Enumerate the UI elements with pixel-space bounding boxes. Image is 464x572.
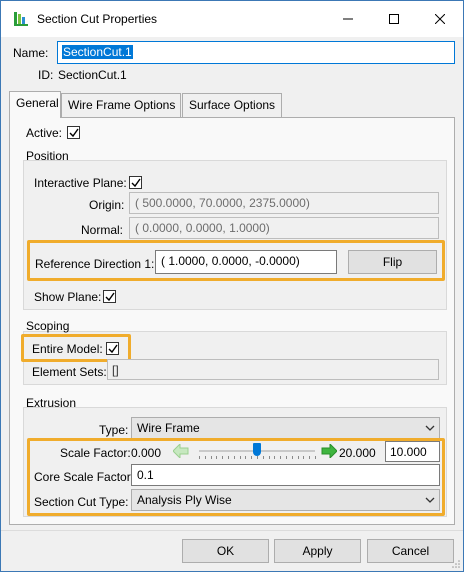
slider-tick bbox=[309, 456, 311, 459]
close-icon bbox=[435, 14, 445, 24]
reference-direction-field[interactable]: ( 1.0000, 0.0000, -0.0000) bbox=[155, 250, 337, 274]
slider-min-label: 0.000 bbox=[131, 446, 162, 460]
chevron-down-icon bbox=[425, 425, 435, 431]
check-icon bbox=[131, 178, 141, 188]
slider-tick bbox=[268, 456, 270, 459]
slider-tick bbox=[251, 456, 253, 459]
slider-ticks bbox=[199, 456, 316, 460]
slider-tick bbox=[262, 456, 264, 459]
apply-button[interactable]: Apply bbox=[274, 539, 361, 563]
slider-tick bbox=[274, 456, 276, 459]
name-label: Name: bbox=[13, 46, 49, 60]
minimize-icon bbox=[343, 18, 353, 20]
maximize-icon bbox=[389, 14, 399, 24]
slider-tick bbox=[291, 456, 293, 459]
footer-divider bbox=[1, 530, 463, 531]
minimize-button[interactable] bbox=[325, 1, 371, 37]
app-icon bbox=[14, 12, 28, 26]
slider-max-label: 20.000 bbox=[339, 446, 376, 460]
entire-model-label: Entire Model: bbox=[32, 342, 103, 356]
slider-tick bbox=[210, 456, 212, 459]
element-sets-label: Element Sets: bbox=[32, 365, 107, 379]
decrease-arrow-icon[interactable] bbox=[173, 444, 189, 458]
section-cut-type-dropdown[interactable]: Analysis Ply Wise bbox=[131, 489, 440, 511]
flip-button[interactable]: Flip bbox=[348, 250, 437, 274]
name-field[interactable]: SectionCut.1 bbox=[57, 41, 455, 64]
entire-model-checkbox[interactable] bbox=[106, 342, 119, 355]
chevron-down-icon bbox=[425, 497, 435, 503]
interactive-plane-label: Interactive Plane: bbox=[34, 176, 127, 190]
title-bar[interactable]: Section Cut Properties bbox=[1, 1, 463, 37]
slider-tick bbox=[199, 456, 200, 459]
resize-grip-icon[interactable] bbox=[451, 559, 461, 569]
scale-factor-field[interactable]: 10.000 bbox=[385, 441, 440, 462]
slider-tick bbox=[280, 456, 282, 459]
slider-tick bbox=[257, 456, 258, 459]
window-title: Section Cut Properties bbox=[37, 12, 158, 26]
section-cut-properties-dialog: Section Cut Properties Name: SectionCut.… bbox=[0, 0, 464, 572]
scoping-title: Scoping bbox=[26, 319, 70, 333]
ok-button[interactable]: OK bbox=[182, 539, 269, 563]
tab-wire-frame-options[interactable]: Wire Frame Options bbox=[61, 93, 181, 117]
core-scale-factor-label: Core Scale Factor: bbox=[34, 470, 135, 484]
slider-tick bbox=[233, 456, 235, 459]
close-button[interactable] bbox=[417, 1, 463, 37]
active-checkbox[interactable] bbox=[67, 126, 80, 139]
position-title: Position bbox=[26, 149, 69, 163]
element-sets-field[interactable]: [] bbox=[107, 359, 439, 380]
show-plane-checkbox[interactable] bbox=[103, 290, 116, 303]
tab-general[interactable]: General bbox=[9, 91, 61, 118]
id-value: SectionCut.1 bbox=[58, 68, 127, 82]
extrusion-title: Extrusion bbox=[26, 396, 77, 410]
maximize-button[interactable] bbox=[371, 1, 417, 37]
slider-tick bbox=[315, 456, 316, 459]
section-cut-type-label: Section Cut Type: bbox=[34, 495, 129, 509]
normal-field: ( 0.0000, 0.0000, 1.0000) bbox=[129, 217, 439, 239]
slider-tick bbox=[222, 456, 224, 459]
slider-tick bbox=[297, 456, 299, 459]
slider-thumb[interactable] bbox=[253, 443, 261, 456]
slider-tick bbox=[239, 456, 241, 459]
slider-tick bbox=[245, 456, 247, 459]
scale-factor-label: Scale Factor: bbox=[60, 446, 131, 460]
tab-surface-options[interactable]: Surface Options bbox=[182, 93, 282, 117]
name-value: SectionCut.1 bbox=[62, 45, 133, 59]
reference-direction-label: Reference Direction 1: bbox=[35, 257, 155, 271]
interactive-plane-checkbox[interactable] bbox=[129, 176, 142, 189]
increase-arrow-icon[interactable] bbox=[321, 444, 337, 458]
normal-label: Normal: bbox=[81, 223, 124, 237]
id-label: ID: bbox=[38, 68, 54, 82]
check-icon bbox=[108, 344, 118, 354]
slider-tick bbox=[303, 456, 305, 459]
type-label: Type: bbox=[99, 423, 129, 437]
slider-tick bbox=[216, 456, 218, 459]
check-icon bbox=[105, 292, 115, 302]
type-dropdown[interactable]: Wire Frame bbox=[131, 417, 440, 439]
cancel-button[interactable]: Cancel bbox=[367, 539, 454, 563]
active-label: Active: bbox=[26, 126, 63, 140]
show-plane-label: Show Plane: bbox=[34, 290, 102, 304]
slider-tick bbox=[286, 456, 287, 459]
origin-label: Origin: bbox=[89, 198, 125, 212]
slider-tick bbox=[204, 456, 206, 459]
core-scale-factor-field[interactable]: 0.1 bbox=[131, 464, 440, 486]
slider-tick bbox=[228, 456, 229, 459]
origin-field: ( 500.0000, 70.0000, 2375.0000) bbox=[129, 192, 439, 214]
check-icon bbox=[69, 128, 79, 138]
